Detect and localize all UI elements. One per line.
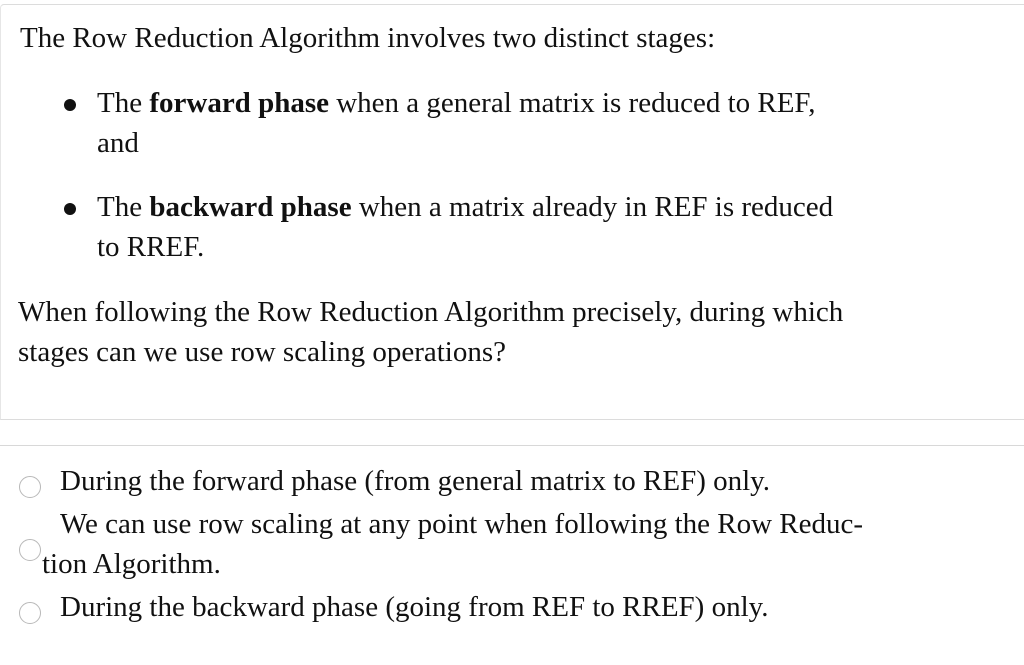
option-label-continued[interactable]: tion Algorithm. [0,544,1024,584]
stage-list: The forward phase when a general matrix … [1,83,1024,267]
answer-option-any-point[interactable]: We can use row scaling at any point when… [0,504,1024,584]
bullet-description: when a general matrix is reduced to REF, [328,87,816,119]
option-label[interactable]: During the forward phase (from general m… [0,461,1024,501]
bullet-line: and [97,127,139,159]
question-prompt: When following the Row Reduction Algorit… [18,292,1008,372]
option-label[interactable]: We can use row scaling at any point when… [0,504,1024,544]
bullet-line: The backward phase when a matrix already… [97,187,995,227]
bullet-prefix: The [97,191,150,223]
prompt-line: stages can we use row scaling operations… [18,336,507,368]
bullet-term: backward phase [149,191,352,223]
bullet-term: forward phase [149,87,329,119]
radio-button[interactable] [19,476,41,498]
list-item-backward-phase: The backward phase when a matrix already… [1,187,1024,267]
question-panel: The Row Reduction Algorithm involves two… [0,4,1024,420]
bullet-icon [64,99,76,111]
list-item-forward-phase: The forward phase when a general matrix … [1,83,1024,163]
bullet-icon [64,203,76,215]
radio-button[interactable] [19,602,41,624]
bullet-line: to RREF. [97,231,205,263]
prompt-line: When following the Row Reduction Algorit… [18,296,844,328]
bullet-description: when a matrix already in REF is reduced [351,191,834,223]
answer-options: During the forward phase (from general m… [0,445,1024,665]
bullet-prefix: The [97,87,150,119]
radio-button[interactable] [19,539,41,561]
bullet-line: The forward phase when a general matrix … [97,83,995,123]
answer-option-forward-only[interactable]: During the forward phase (from general m… [0,461,1024,501]
question-intro: The Row Reduction Algorithm involves two… [20,22,716,54]
answer-option-backward-only[interactable]: During the backward phase (going from RE… [0,587,1024,627]
option-label[interactable]: During the backward phase (going from RE… [0,587,1024,627]
